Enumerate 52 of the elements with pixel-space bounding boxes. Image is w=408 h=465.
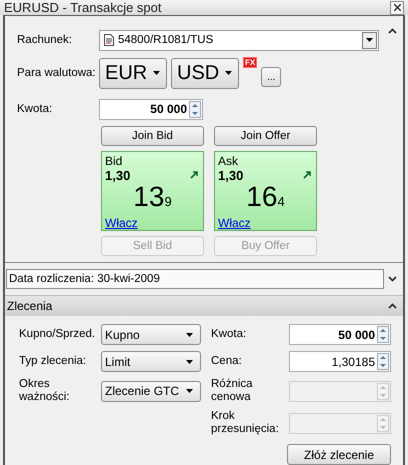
- field-label: Cena:: [211, 355, 243, 368]
- dropdown-arrow-icon: [185, 360, 194, 364]
- join-button[interactable]: Join Bid: [101, 126, 204, 146]
- order-dropdown[interactable]: Limit: [101, 351, 201, 372]
- field-label: Różnica cenowa: [211, 378, 254, 404]
- field-label: Rachunek:: [17, 34, 73, 46]
- order-dropdown[interactable]: Kupno: [101, 324, 201, 345]
- field-label: Para walutowa:: [17, 67, 97, 79]
- dropdown-arrow-icon: [366, 38, 373, 42]
- submit-order-button[interactable]: Złóż zlecenie: [287, 444, 391, 465]
- price-figure: 1,30: [218, 168, 244, 183]
- close-icon: [394, 4, 400, 11]
- field-label: Typ zlecenia:: [19, 355, 88, 368]
- spinner-arrows-icon[interactable]: [189, 100, 201, 118]
- currency-dropdown[interactable]: EUR: [99, 58, 167, 88]
- quote-title: Bid: [105, 154, 124, 168]
- dropdown-arrow-icon: [185, 332, 194, 336]
- collapse-icon[interactable]: [388, 28, 397, 34]
- number-field[interactable]: 50 000: [289, 324, 391, 345]
- number-field[interactable]: 1,30185: [289, 351, 391, 372]
- field-label: Okres ważności:: [19, 378, 70, 404]
- collapse-icon[interactable]: [388, 303, 397, 309]
- trend-arrow-icon: [190, 171, 198, 179]
- order-dropdown[interactable]: Zlecenie GTC: [101, 380, 201, 402]
- field-label: Kwota:: [211, 328, 248, 341]
- settlement-date: Data rozliczenia: 30-kwi-2009: [6, 269, 384, 289]
- enable-link[interactable]: Włacz: [218, 216, 251, 230]
- account-dropdown[interactable]: 54800/R1081/TUS: [99, 30, 379, 50]
- enable-link[interactable]: Włacz: [105, 216, 138, 230]
- currency-dropdown[interactable]: USD: [171, 58, 239, 88]
- amount-field[interactable]: 50 000: [99, 98, 203, 120]
- window-title: EURUSD - Transakcje spot: [4, 0, 162, 15]
- expand-icon[interactable]: [388, 276, 397, 282]
- document-icon: [104, 34, 114, 46]
- trend-arrow-icon: [303, 171, 311, 179]
- quote-title: Ask: [218, 154, 240, 168]
- dropdown-arrow-icon: [185, 389, 194, 393]
- section-header[interactable]: Zlecenia: [5, 295, 403, 316]
- field-label: Krok przesunięcia:: [211, 410, 280, 436]
- price-figure: 1,30: [105, 168, 130, 183]
- spinner-arrows-icon: [377, 414, 389, 432]
- field-label: Kupno/Sprzed.: [19, 328, 96, 341]
- spinner-arrows-icon: [377, 382, 389, 400]
- dropdown-arrow-icon: [225, 71, 232, 75]
- more-button[interactable]: ...: [261, 67, 282, 87]
- spinner-arrows-icon[interactable]: [377, 326, 389, 343]
- close-button[interactable]: [390, 0, 404, 14]
- join-button[interactable]: Join Offer: [214, 126, 317, 146]
- field-label: Kwota:: [17, 103, 54, 115]
- fx-badge: FX: [243, 57, 258, 68]
- spinner-arrows-icon[interactable]: [377, 353, 389, 370]
- dropdown-arrow-icon: [153, 71, 160, 75]
